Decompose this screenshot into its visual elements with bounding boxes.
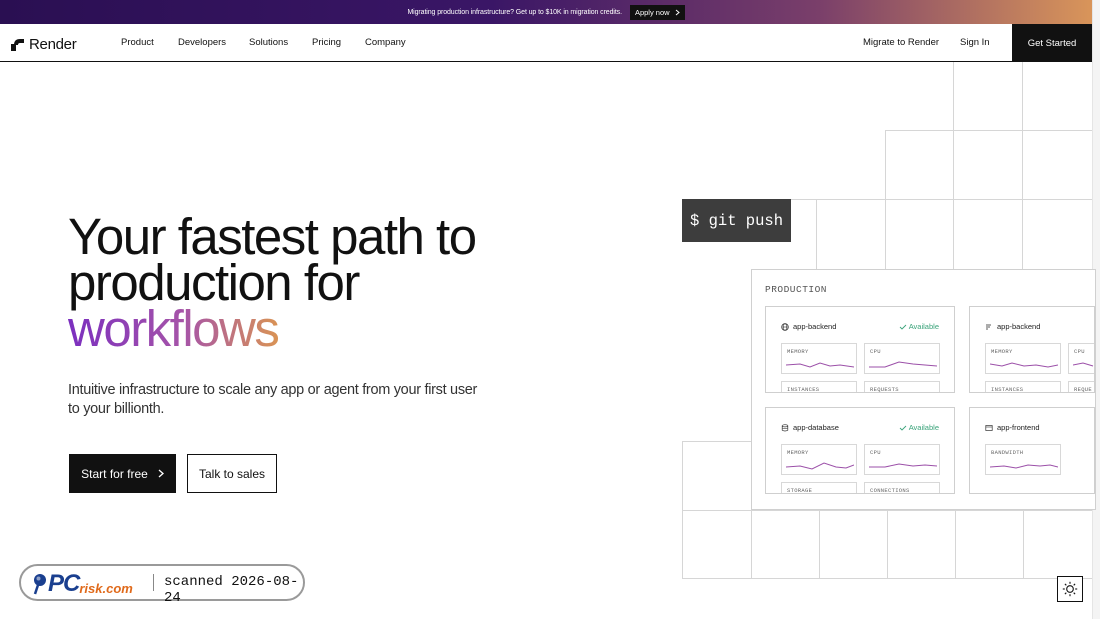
service-name: app-backend: [793, 322, 837, 331]
sparkline: [869, 463, 937, 468]
nav-migrate[interactable]: Migrate to Render: [863, 37, 939, 48]
database-icon: [781, 423, 789, 431]
browser-icon: [985, 424, 993, 431]
watermark-divider: [153, 574, 154, 591]
theme-toggle-button[interactable]: [1057, 576, 1083, 602]
service-card: app-backend Available MEMORY CPU INSTANC…: [765, 306, 955, 393]
nav-pricing[interactable]: Pricing: [312, 37, 341, 48]
sparkline: [990, 362, 1058, 368]
metric-tile: INSTANCES: [985, 381, 1061, 392]
brand-name: Render: [29, 36, 77, 53]
metric-tile: CPU: [864, 444, 940, 475]
pcrisk-logo: PC risk.com: [32, 570, 133, 598]
git-push-command: $ git push: [682, 199, 791, 242]
sparkline: [786, 362, 854, 368]
pcrisk-logo-domain: risk.com: [79, 580, 133, 596]
nav-solutions[interactable]: Solutions: [249, 37, 288, 48]
magnifier-icon: [33, 574, 46, 595]
status-badge: Available: [908, 423, 939, 432]
start-for-free-button[interactable]: Start for free: [69, 454, 176, 493]
start-for-free-label: Start for free: [81, 466, 148, 481]
metric-tile: BANDWIDTH: [985, 444, 1061, 475]
get-started-button[interactable]: Get Started: [1012, 24, 1092, 62]
sparkline: [990, 464, 1058, 469]
service-card: app-frontend BANDWIDTH: [969, 407, 1095, 494]
apply-now-label: Apply now: [634, 7, 670, 17]
scan-watermark: PC risk.com scanned 2026-08-24: [19, 564, 305, 606]
render-logo-icon: [11, 39, 24, 51]
globe-icon: [781, 322, 789, 331]
metric-tile: MEMORY: [781, 444, 857, 475]
metric-tile: REQUESTS: [864, 381, 940, 392]
metric-tile: CPU: [864, 343, 940, 374]
hero-title-highlight: workflows: [68, 300, 280, 357]
list-icon: [986, 324, 991, 329]
brand-logo[interactable]: Render: [11, 36, 77, 53]
status-badge: Available: [908, 322, 939, 331]
apply-now-button[interactable]: Apply now: [629, 4, 685, 20]
chevron-right-icon: [158, 469, 164, 478]
metric-tile: REQUE: [1068, 381, 1094, 392]
service-name: app-frontend: [997, 423, 1040, 432]
chevron-right-icon: [675, 9, 680, 15]
hero-subtitle: Intuitive infrastructure to scale any ap…: [68, 382, 478, 417]
service-name: app-database: [793, 423, 839, 432]
metric-tile: MEMORY: [781, 343, 857, 374]
nav-company[interactable]: Company: [365, 37, 406, 48]
nav-sign-in[interactable]: Sign In: [960, 37, 990, 48]
production-label: PRODUCTION: [765, 284, 828, 295]
nav-product[interactable]: Product: [121, 37, 154, 48]
check-icon: [899, 324, 907, 330]
metric-tile: CONNECTIONS: [864, 482, 940, 493]
service-name: app-backend: [997, 322, 1041, 331]
sparkline: [786, 462, 854, 470]
promo-text: Migrating production infrastructure? Get…: [407, 8, 622, 16]
talk-to-sales-button[interactable]: Talk to sales: [187, 454, 277, 493]
metric-tile: STORAGE: [781, 482, 857, 493]
check-icon: [899, 425, 907, 431]
hero-title: Your fastest path to production for work…: [68, 211, 588, 354]
sun-icon: [1062, 581, 1078, 597]
service-card: app-backend MEMORY CPU INSTANCES REQUE: [969, 306, 1095, 393]
promo-banner: Migrating production infrastructure? Get…: [0, 0, 1092, 24]
nav-developers[interactable]: Developers: [178, 37, 226, 48]
metric-tile: INSTANCES: [781, 381, 857, 392]
sparkline: [869, 361, 937, 368]
sparkline: [1073, 362, 1094, 367]
pcrisk-logo-main: PC: [48, 570, 80, 597]
top-navigation: Render Product Developers Solutions Pric…: [0, 24, 1092, 62]
scan-date-text: scanned 2026-08-24: [164, 574, 299, 606]
service-card: app-database Available MEMORY CPU STORAG…: [765, 407, 955, 494]
metric-tile: CPU: [1068, 343, 1094, 374]
metric-tile: MEMORY: [985, 343, 1061, 374]
